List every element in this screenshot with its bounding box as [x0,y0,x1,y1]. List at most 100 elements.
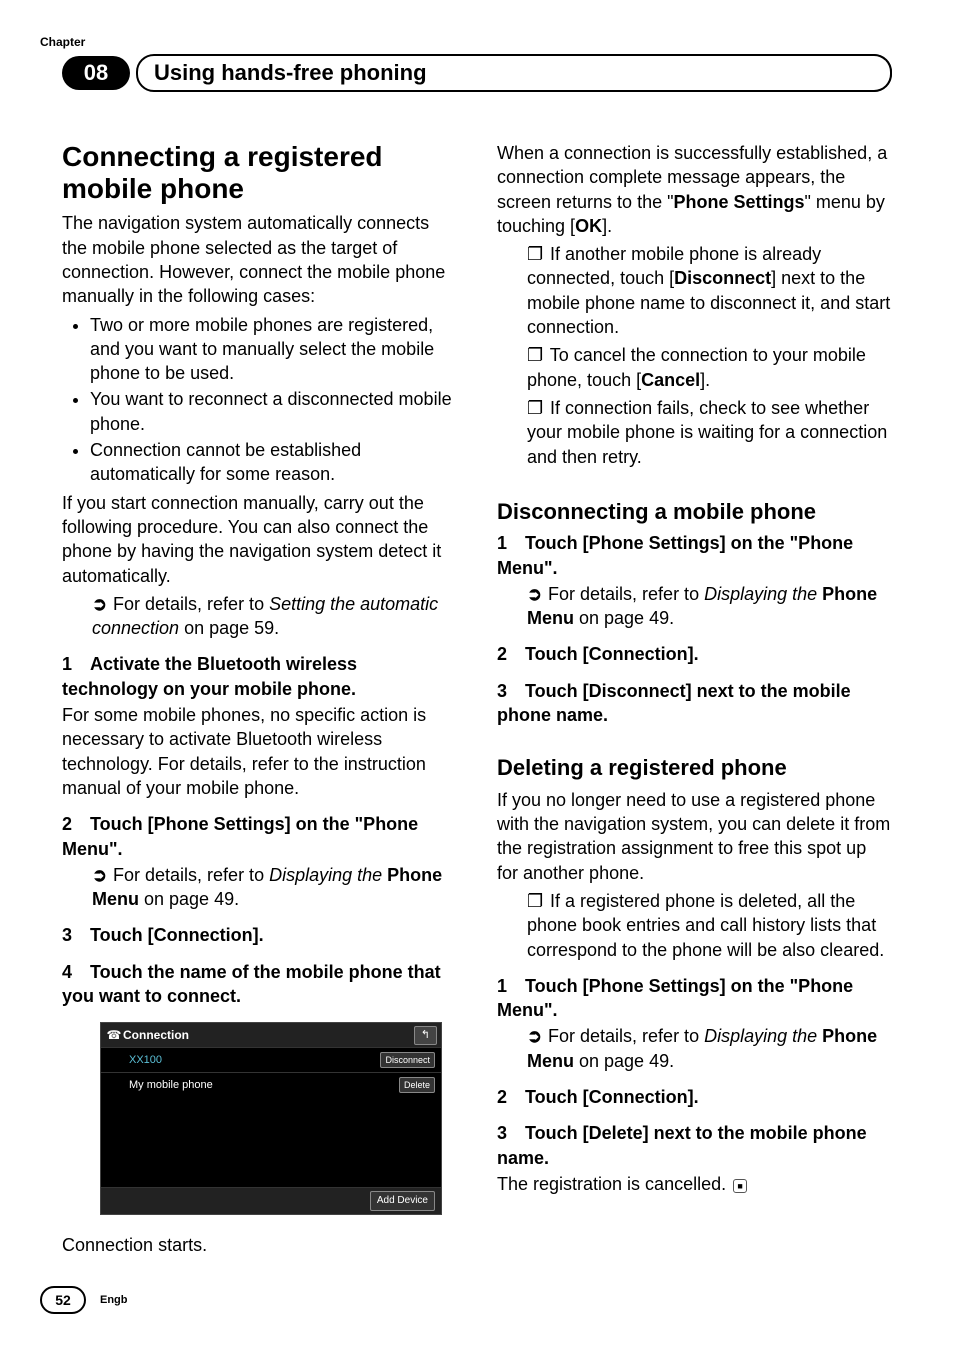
paragraph: When a connection is successfully establ… [497,141,892,238]
step-number: 1 [62,652,90,676]
subsection-deleting: Deleting a registered phone [497,755,892,781]
note-icon: ❐ [527,343,545,367]
paragraph: If you start connection manually, carry … [62,491,457,588]
xref-tail: on page 49. [574,608,674,628]
text: If a registered phone is deleted, all th… [527,891,884,960]
device-name[interactable]: XX100 [129,1053,162,1068]
bold-text: Cancel [641,370,700,390]
bold-text: OK [575,216,602,236]
xref-italic: Displaying the [269,865,387,885]
text: If connection fails, check to see whethe… [527,398,887,467]
step-text: Touch the name of the mobile phone that … [62,962,441,1006]
left-column: Connecting a registered mobile phone The… [62,141,457,1261]
paragraph: The registration is cancelled. ■ [497,1172,892,1196]
xref-tail: on page 49. [574,1051,674,1071]
paragraph: Connection starts. [62,1233,457,1257]
step-1: 1Touch [Phone Settings] on the "Phone Me… [497,531,892,580]
step-3: 3Touch [Disconnect] next to the mobile p… [497,679,892,728]
note-item: ❐ To cancel the connection to your mobil… [497,343,892,392]
step-number: 2 [497,642,525,666]
note-icon: ❐ [527,242,545,266]
step-text: Touch [Delete] next to the mobile phone … [497,1123,867,1167]
step-4: 4Touch the name of the mobile phone that… [62,960,457,1009]
step-1: 1Activate the Bluetooth wireless technol… [62,652,457,701]
device-body [101,1097,441,1187]
step-2: 2Touch [Connection]. [497,1085,892,1109]
cross-reference: ➲ For details, refer to Setting the auto… [62,592,457,641]
xref-text: For details, refer to [113,594,269,614]
chapter-number-pill: 08 [62,56,130,90]
step-2: 2Touch [Phone Settings] on the "Phone Me… [62,812,457,861]
chapter-label: Chapter [40,35,85,49]
page-footer: 52 Engb [40,1286,128,1314]
language-code: Engb [100,1294,128,1306]
xref-text: For details, refer to [113,865,269,885]
bullet-item: Connection cannot be established automat… [90,438,457,487]
bullet-item: Two or more mobile phones are registered… [90,313,457,386]
step-3: 3Touch [Delete] next to the mobile phone… [497,1121,892,1170]
section-heading-connecting: Connecting a registered mobile phone [62,141,457,205]
text: ]. [700,370,710,390]
disconnect-button[interactable]: Disconnect [380,1052,435,1068]
device-footer: Add Device [101,1187,441,1214]
step-1: 1Touch [Phone Settings] on the "Phone Me… [497,974,892,1023]
step-3: 3Touch [Connection]. [62,923,457,947]
xref-italic: Displaying the [704,584,822,604]
text: The registration is cancelled. [497,1174,726,1194]
note-item: ❐ If a registered phone is deleted, all … [497,889,892,962]
arrow-icon: ➲ [527,1024,543,1048]
xref-tail: on page 59. [179,618,279,638]
step-number: 3 [497,679,525,703]
note-item: ❐ If another mobile phone is already con… [497,242,892,339]
cross-reference: ➲ For details, refer to Displaying the P… [62,863,457,912]
delete-button[interactable]: Delete [399,1077,435,1093]
step-body: For some mobile phones, no specific acti… [62,703,457,800]
device-screenshot: ☎ Connection ↰ XX100 Disconnect My mobil… [100,1022,442,1215]
arrow-icon: ➲ [92,863,108,887]
text: ]. [602,216,612,236]
note-icon: ❐ [527,889,545,913]
device-header: ☎ Connection ↰ [101,1023,441,1047]
step-text: Touch [Phone Settings] on the "Phone Men… [497,533,853,577]
step-number: 2 [62,812,90,836]
end-section-icon: ■ [733,1179,747,1193]
device-row-2: My mobile phone Delete [101,1072,441,1097]
xref-tail: on page 49. [139,889,239,909]
step-text: Touch [Disconnect] next to the mobile ph… [497,681,851,725]
xref-text: For details, refer to [548,584,704,604]
step-number: 3 [497,1121,525,1145]
header-title-wrap: Using hands-free phoning [136,54,892,92]
header-row: 08 Using hands-free phoning [62,55,892,91]
phone-icon: ☎ [105,1027,123,1043]
arrow-icon: ➲ [527,582,543,606]
subsection-disconnecting: Disconnecting a mobile phone [497,499,892,525]
bullet-list: Two or more mobile phones are registered… [62,313,457,487]
right-column: When a connection is successfully establ… [497,141,892,1261]
xref-text: For details, refer to [548,1026,704,1046]
xref-italic: Displaying the [704,1026,822,1046]
step-text: Activate the Bluetooth wireless technolo… [62,654,357,698]
step-text: Touch [Phone Settings] on the "Phone Men… [62,814,418,858]
device-name[interactable]: My mobile phone [129,1078,213,1093]
device-row-1: XX100 Disconnect [101,1047,441,1072]
page-number: 52 [40,1286,86,1314]
step-number: 1 [497,531,525,555]
back-button[interactable]: ↰ [414,1026,437,1045]
bullet-item: You want to reconnect a disconnected mob… [90,387,457,436]
note-item: ❐ If connection fails, check to see whet… [497,396,892,469]
add-device-button[interactable]: Add Device [370,1191,435,1211]
step-text: Touch [Phone Settings] on the "Phone Men… [497,976,853,1020]
step-number: 1 [497,974,525,998]
step-number: 4 [62,960,90,984]
bold-text: Phone Settings [673,192,804,212]
paragraph: If you no longer need to use a registere… [497,788,892,885]
intro-paragraph: The navigation system automatically conn… [62,211,457,308]
step-text: Touch [Connection]. [525,1087,699,1107]
note-icon: ❐ [527,396,545,420]
step-number: 3 [62,923,90,947]
step-text: Touch [Connection]. [525,644,699,664]
chapter-title: Using hands-free phoning [154,60,427,86]
bold-text: Disconnect [674,268,771,288]
cross-reference: ➲ For details, refer to Displaying the P… [497,582,892,631]
step-number: 2 [497,1085,525,1109]
